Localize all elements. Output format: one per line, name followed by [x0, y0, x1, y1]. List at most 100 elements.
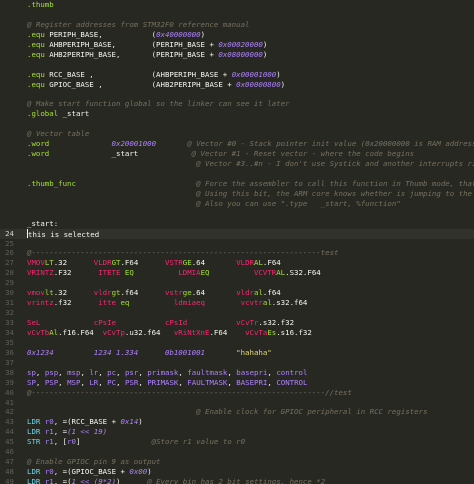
code-content[interactable]: LDR r0, =(GPIOC_BASE + 0x00): [27, 467, 152, 477]
code-line[interactable]: [0, 89, 474, 99]
code-line[interactable]: 36 0x1234 1234 1.334 0b1001001 "hahaha": [0, 348, 474, 358]
code-line[interactable]: @ Make start function global so the link…: [0, 99, 474, 109]
code-line[interactable]: .equ AHB2PERIPH_BASE, (PERIPH_BASE + 0x0…: [0, 50, 474, 60]
code-content[interactable]: LDR r0, =(RCC_BASE + 0x14): [27, 417, 143, 427]
code-content[interactable]: @ Also you can use ".type _start, %funct…: [27, 199, 401, 209]
code-line[interactable]: 32: [0, 308, 474, 318]
code-content[interactable]: LDR r1, =(1 << 19): [27, 427, 107, 437]
code-line[interactable]: 41: [0, 398, 474, 408]
code-content[interactable]: LDR r1, =(1 << (9*2)) @ Every bin has 2 …: [27, 477, 325, 484]
code-content[interactable]: @ Make start function global so the link…: [27, 99, 290, 109]
code-content[interactable]: @---------------------------------------…: [27, 248, 338, 258]
code-line[interactable]: 43 LDR r0, =(RCC_BASE + 0x14): [0, 417, 474, 427]
code-line[interactable]: .thumb: [0, 0, 474, 10]
code-content[interactable]: @ Vector #3..#n - I don't use Systick an…: [27, 159, 474, 169]
code-content[interactable]: vmovlt.32 vldrgt.f64 vstrge.64 vldral.f6…: [27, 288, 281, 298]
code-line[interactable]: 39 SP, PSP, MSP, LR, PC, PSR, PRIMASK, FA…: [0, 378, 474, 388]
code-token: VRINTZ: [27, 268, 54, 278]
code-content[interactable]: vrintz.f32 itte eq ldmiaeq vcvtral.s32.f…: [27, 298, 307, 308]
code-line[interactable]: _start:: [0, 219, 474, 229]
code-content[interactable]: STR r1, [r0] @Store r1 value to r0: [27, 437, 245, 447]
code-line[interactable]: 25: [0, 239, 474, 249]
code-content[interactable]: VMOVLT.32 VLDRGT.F64 VSTRGE.64 VLDRAL.F6…: [27, 258, 281, 268]
code-line[interactable]: .thumb_func @ Force the assembler to cal…: [0, 179, 474, 189]
code-content[interactable]: .thumb_func @ Force the assembler to cal…: [27, 179, 474, 189]
code-line[interactable]: .equ RCC_BASE , (AHBPERIPH_BASE + 0x0000…: [0, 70, 474, 80]
code-content[interactable]: @ Enable GPIOC pin 9 as output: [27, 457, 161, 467]
code-content[interactable]: .equ GPIOC_BASE , (AHB2PERIPH_BASE + 0x0…: [27, 80, 285, 90]
code-line[interactable]: .equ GPIOC_BASE , (AHB2PERIPH_BASE + 0x0…: [0, 80, 474, 90]
code-line[interactable]: [0, 10, 474, 20]
code-content[interactable]: _start:: [27, 219, 58, 229]
code-line[interactable]: 28 VRINTZ.F32 ITETE EQ LDMIAEQ VCVTRAL.S3…: [0, 268, 474, 278]
code-line[interactable]: 34 vCvTbAl.f16.F64 vCvTp.u32.f64 vRiNtXnE…: [0, 328, 474, 338]
code-token: pc: [107, 367, 117, 377]
code-line[interactable]: @ Using this bit, the ARM core knows whe…: [0, 189, 474, 199]
code-line[interactable]: 48 LDR r0, =(GPIOC_BASE + 0x00): [0, 467, 474, 477]
code-editor[interactable]: .thumb @ Register addresses from STM32F0 …: [0, 0, 474, 484]
code-token: ,: [35, 377, 45, 387]
code-line[interactable]: 47 @ Enable GPIOC pin 9 as output: [0, 457, 474, 467]
code-line[interactable]: 44 LDR r1, =(1 << 19): [0, 427, 474, 437]
code-content[interactable]: vCvTbAl.f16.F64 vCvTp.u32.f64 vRiNtXnE.F…: [27, 328, 312, 338]
code-content[interactable]: .equ RCC_BASE , (AHBPERIPH_BASE + 0x0000…: [27, 70, 281, 80]
code-line[interactable]: 31 vrintz.f32 itte eq ldmiaeq vcvtral.s32…: [0, 298, 474, 308]
code-content[interactable]: @ Enable clock for GPIOC peripheral in R…: [27, 407, 427, 417]
code-token: .f32: [53, 298, 99, 308]
code-token: 0x40000000: [156, 29, 201, 39]
code-line[interactable]: @ Also you can use ".type _start, %funct…: [0, 199, 474, 209]
code-content[interactable]: @ Using this bit, the ARM core knows whe…: [27, 189, 474, 199]
code-content[interactable]: @---------------------------------------…: [27, 388, 352, 398]
code-line[interactable]: .equ AHBPERIPH_BASE, (PERIPH_BASE + 0x00…: [0, 40, 474, 50]
code-token: 0x00001000: [231, 69, 277, 79]
code-token: @ Also you can use ".type _start, %funct…: [196, 198, 401, 208]
code-line[interactable]: 46: [0, 447, 474, 457]
code-content[interactable]: .equ AHBPERIPH_BASE, (PERIPH_BASE + 0x00…: [27, 40, 267, 50]
code-line[interactable]: 27 VMOVLT.32 VLDRGT.F64 VSTRGE.64 VLDRAL.…: [0, 258, 474, 268]
code-line[interactable]: @ Vector table: [0, 129, 474, 139]
code-line[interactable]: 33 SeL cPsIe cPsId vCvTr.s32.f32: [0, 318, 474, 328]
code-content[interactable]: @ Vector table: [27, 129, 89, 139]
code-line[interactable]: [0, 209, 474, 219]
code-line[interactable]: 49 LDR r1, =(1 << (9*2)) @ Every bin has …: [0, 477, 474, 484]
code-line[interactable]: .word 0x20001000 @ Vector #0 - Stack poi…: [0, 139, 474, 149]
code-line[interactable]: 38 sp, psp, msp, lr, pc, psr, primask, fa…: [0, 368, 474, 378]
code-content[interactable]: .equ AHB2PERIPH_BASE, (PERIPH_BASE + 0x0…: [27, 50, 267, 60]
code-line[interactable]: [0, 119, 474, 129]
code-token: (1 << 19): [67, 427, 108, 437]
code-line[interactable]: @ Vector #3..#n - I don't use Systick an…: [0, 159, 474, 169]
code-token: , =(GPIOC_BASE +: [53, 467, 130, 477]
code-token: LDR: [27, 477, 41, 484]
code-content[interactable]: .word _start @ Vector #1 - Reset vector …: [27, 149, 414, 159]
code-content[interactable]: .equ PERIPH_BASE, (0x40000000): [27, 30, 205, 40]
code-content[interactable]: sp, psp, msp, lr, pc, psr, primask, faul…: [27, 368, 307, 378]
code-content[interactable]: .word 0x20001000 @ Vector #0 - Stack poi…: [27, 139, 474, 149]
code-token: CONTROL: [276, 377, 308, 387]
code-line[interactable]: 40 @-------------------------------------…: [0, 388, 474, 398]
code-content[interactable]: @ Register addresses from STM32F0 refere…: [27, 20, 249, 30]
code-content[interactable]: .global _start: [27, 109, 89, 119]
code-content[interactable]: VRINTZ.F32 ITETE EQ LDMIAEQ VCVTRAL.S32.…: [27, 268, 321, 278]
code-line[interactable]: [0, 169, 474, 179]
code-line[interactable]: 26 @-------------------------------------…: [0, 248, 474, 258]
code-line[interactable]: 30 vmovlt.32 vldrgt.f64 vstrge.64 vldral.…: [0, 288, 474, 298]
code-line[interactable]: [0, 60, 474, 70]
code-line[interactable]: 45 STR r1, [r0] @Store r1 value to r0: [0, 437, 474, 447]
code-content[interactable]: .thumb: [27, 0, 54, 10]
code-token: AL: [276, 268, 286, 278]
code-line[interactable]: .global _start: [0, 109, 474, 119]
code-line[interactable]: .equ PERIPH_BASE, (0x40000000): [0, 30, 474, 40]
code-content[interactable]: SP, PSP, MSP, LR, PC, PSR, PRIMASK, FAUL…: [27, 378, 307, 388]
line-number: 46: [5, 447, 14, 457]
code-content[interactable]: SeL cPsIe cPsId vCvTr.s32.f32: [27, 318, 294, 328]
code-line[interactable]: @ Register addresses from STM32F0 refere…: [0, 20, 474, 30]
code-content[interactable]: 0x1234 1234 1.334 0b1001001 "hahaha": [27, 348, 272, 358]
code-line[interactable]: 42 @ Enable clock for GPIOC peripheral i…: [0, 407, 474, 417]
code-line[interactable]: 24 this is selected: [0, 228, 474, 239]
code-line[interactable]: 29: [0, 278, 474, 288]
code-line[interactable]: 35: [0, 338, 474, 348]
code-line[interactable]: .word _start @ Vector #1 - Reset vector …: [0, 149, 474, 159]
code-line[interactable]: 37: [0, 358, 474, 368]
